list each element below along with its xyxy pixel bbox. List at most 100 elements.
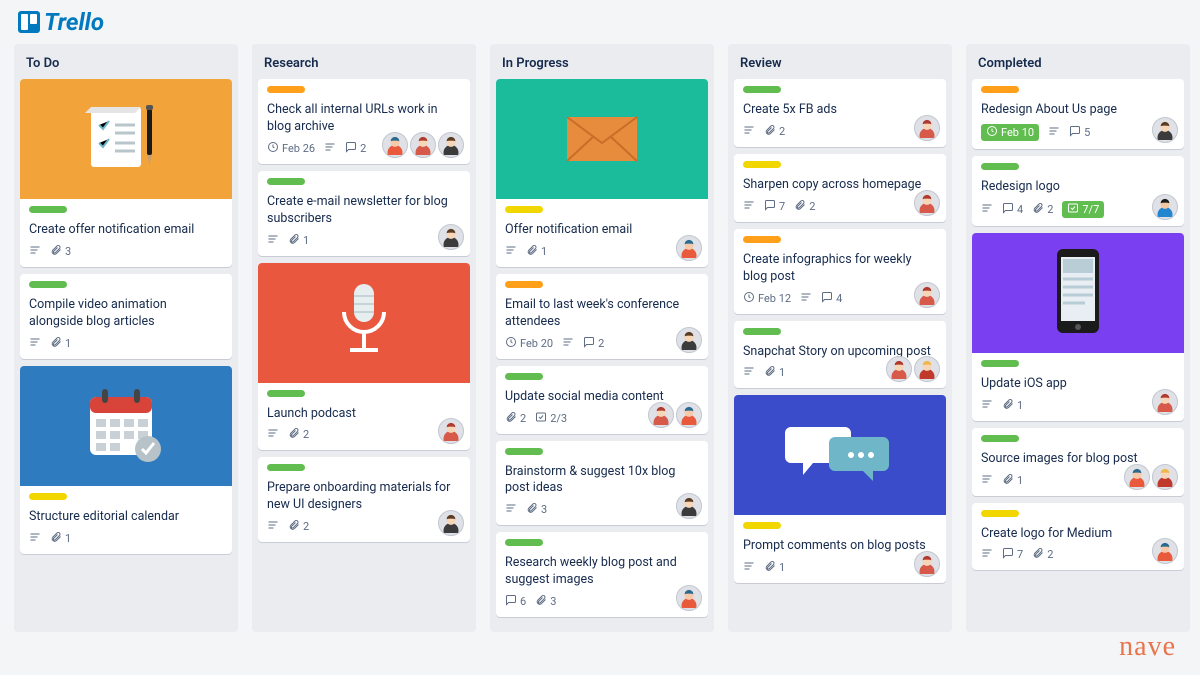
card-label[interactable]: [267, 178, 305, 185]
card-label[interactable]: [981, 86, 1019, 93]
card-label[interactable]: [267, 390, 305, 397]
member-avatar[interactable]: [676, 493, 702, 519]
card-title: Check all internal URLs work in blog arc…: [267, 102, 461, 136]
attachment-icon: [1002, 473, 1014, 488]
member-avatar[interactable]: [438, 132, 464, 158]
attachments-badge: 1: [526, 244, 547, 259]
card[interactable]: Prepare onboarding materials for new UI …: [258, 457, 470, 542]
member-avatar[interactable]: [676, 585, 702, 611]
description-badge: [743, 365, 755, 380]
card-label[interactable]: [505, 206, 543, 213]
list-title[interactable]: Research: [258, 52, 470, 79]
card-label[interactable]: [29, 493, 67, 500]
card[interactable]: Launch podcast2: [258, 263, 470, 451]
member-avatar[interactable]: [914, 190, 940, 216]
list-title[interactable]: In Progress: [496, 52, 708, 79]
description-icon: [267, 427, 279, 442]
member-avatar[interactable]: [438, 418, 464, 444]
list[interactable]: Research Check all internal URLs work in …: [252, 44, 476, 632]
card[interactable]: Redesign About Us pageFeb 105: [972, 79, 1184, 149]
card[interactable]: Offer notification email1: [496, 79, 708, 267]
card[interactable]: Create infographics for weekly blog post…: [734, 229, 946, 314]
member-avatar[interactable]: [1152, 464, 1178, 490]
card-label[interactable]: [981, 360, 1019, 367]
card-label[interactable]: [505, 448, 543, 455]
trello-logo-icon: [18, 11, 40, 33]
member-avatar[interactable]: [410, 132, 436, 158]
card-label[interactable]: [743, 86, 781, 93]
card-label[interactable]: [505, 373, 543, 380]
member-avatar[interactable]: [1152, 117, 1178, 143]
list[interactable]: In Progress Offer notification email1 Em…: [490, 44, 714, 632]
card[interactable]: Prompt comments on blog posts1: [734, 395, 946, 583]
card-label[interactable]: [267, 86, 305, 93]
member-avatar[interactable]: [676, 235, 702, 261]
description-badge: [981, 473, 993, 488]
member-avatar[interactable]: [648, 402, 674, 428]
member-avatar[interactable]: [914, 282, 940, 308]
card-label[interactable]: [981, 510, 1019, 517]
member-avatar[interactable]: [438, 224, 464, 250]
card-label[interactable]: [743, 328, 781, 335]
card-badges: 3: [29, 244, 223, 259]
card-label[interactable]: [267, 464, 305, 471]
card-label[interactable]: [981, 435, 1019, 442]
card-label[interactable]: [29, 206, 67, 213]
card-label[interactable]: [743, 161, 781, 168]
list[interactable]: CompletedRedesign About Us pageFeb 105 R…: [966, 44, 1190, 632]
card-label[interactable]: [29, 281, 67, 288]
description-badge: [1048, 125, 1060, 140]
member-avatar[interactable]: [1152, 538, 1178, 564]
card-title: Brainstorm & suggest 10x blog post ideas: [505, 464, 699, 498]
card[interactable]: Create logo for Medium72: [972, 503, 1184, 571]
card[interactable]: Create 5x FB ads2: [734, 79, 946, 147]
attachment-icon: [50, 244, 62, 259]
member-avatar[interactable]: [914, 356, 940, 382]
card[interactable]: Compile video animation alongside blog a…: [20, 274, 232, 359]
clock-icon: [986, 125, 998, 140]
card[interactable]: Update social media content22/3: [496, 366, 708, 434]
card[interactable]: Update iOS app1: [972, 233, 1184, 421]
card-members: [438, 510, 464, 536]
card-cover: [258, 263, 470, 383]
card[interactable]: Brainstorm & suggest 10x blog post ideas…: [496, 441, 708, 526]
member-avatar[interactable]: [676, 327, 702, 353]
card[interactable]: Research weekly blog post and suggest im…: [496, 532, 708, 617]
card[interactable]: Snapchat Story on upcoming post1: [734, 321, 946, 389]
member-avatar[interactable]: [1152, 194, 1178, 220]
card[interactable]: Create offer notification email3: [20, 79, 232, 267]
description-badge: [981, 547, 993, 562]
member-avatar[interactable]: [438, 510, 464, 536]
list-title[interactable]: Completed: [972, 52, 1184, 79]
card-label[interactable]: [743, 522, 781, 529]
card[interactable]: Email to last week's conference attendee…: [496, 274, 708, 359]
card[interactable]: Redesign logo427/7: [972, 156, 1184, 226]
card[interactable]: Sharpen copy across homepage72: [734, 154, 946, 222]
attachments-badge: 3: [535, 594, 556, 609]
list[interactable]: To Do Create offer notification email3Co…: [14, 44, 238, 632]
due-date-badge: Feb 20: [505, 336, 553, 351]
card-label[interactable]: [505, 539, 543, 546]
checklist-icon: [535, 411, 547, 426]
card[interactable]: Source images for blog post1: [972, 428, 1184, 496]
member-avatar[interactable]: [914, 551, 940, 577]
member-avatar[interactable]: [1152, 389, 1178, 415]
list[interactable]: ReviewCreate 5x FB ads2 Sharpen copy acr…: [728, 44, 952, 632]
member-avatar[interactable]: [382, 132, 408, 158]
card[interactable]: Check all internal URLs work in blog arc…: [258, 79, 470, 164]
member-avatar[interactable]: [1124, 464, 1150, 490]
member-avatar[interactable]: [914, 115, 940, 141]
card-label[interactable]: [981, 163, 1019, 170]
attachments-badge: 2: [505, 411, 526, 426]
card-label[interactable]: [505, 281, 543, 288]
comment-icon: [1002, 202, 1014, 217]
card[interactable]: Create e-mail newsletter for blog subscr…: [258, 171, 470, 256]
member-avatar[interactable]: [676, 402, 702, 428]
member-avatar[interactable]: [886, 356, 912, 382]
list-title[interactable]: To Do: [20, 52, 232, 79]
card-badges: 3: [505, 502, 699, 517]
list-title[interactable]: Review: [734, 52, 946, 79]
card[interactable]: Structure editorial calendar1: [20, 366, 232, 554]
card-label[interactable]: [743, 236, 781, 243]
trello-logo[interactable]: Trello: [18, 8, 104, 36]
